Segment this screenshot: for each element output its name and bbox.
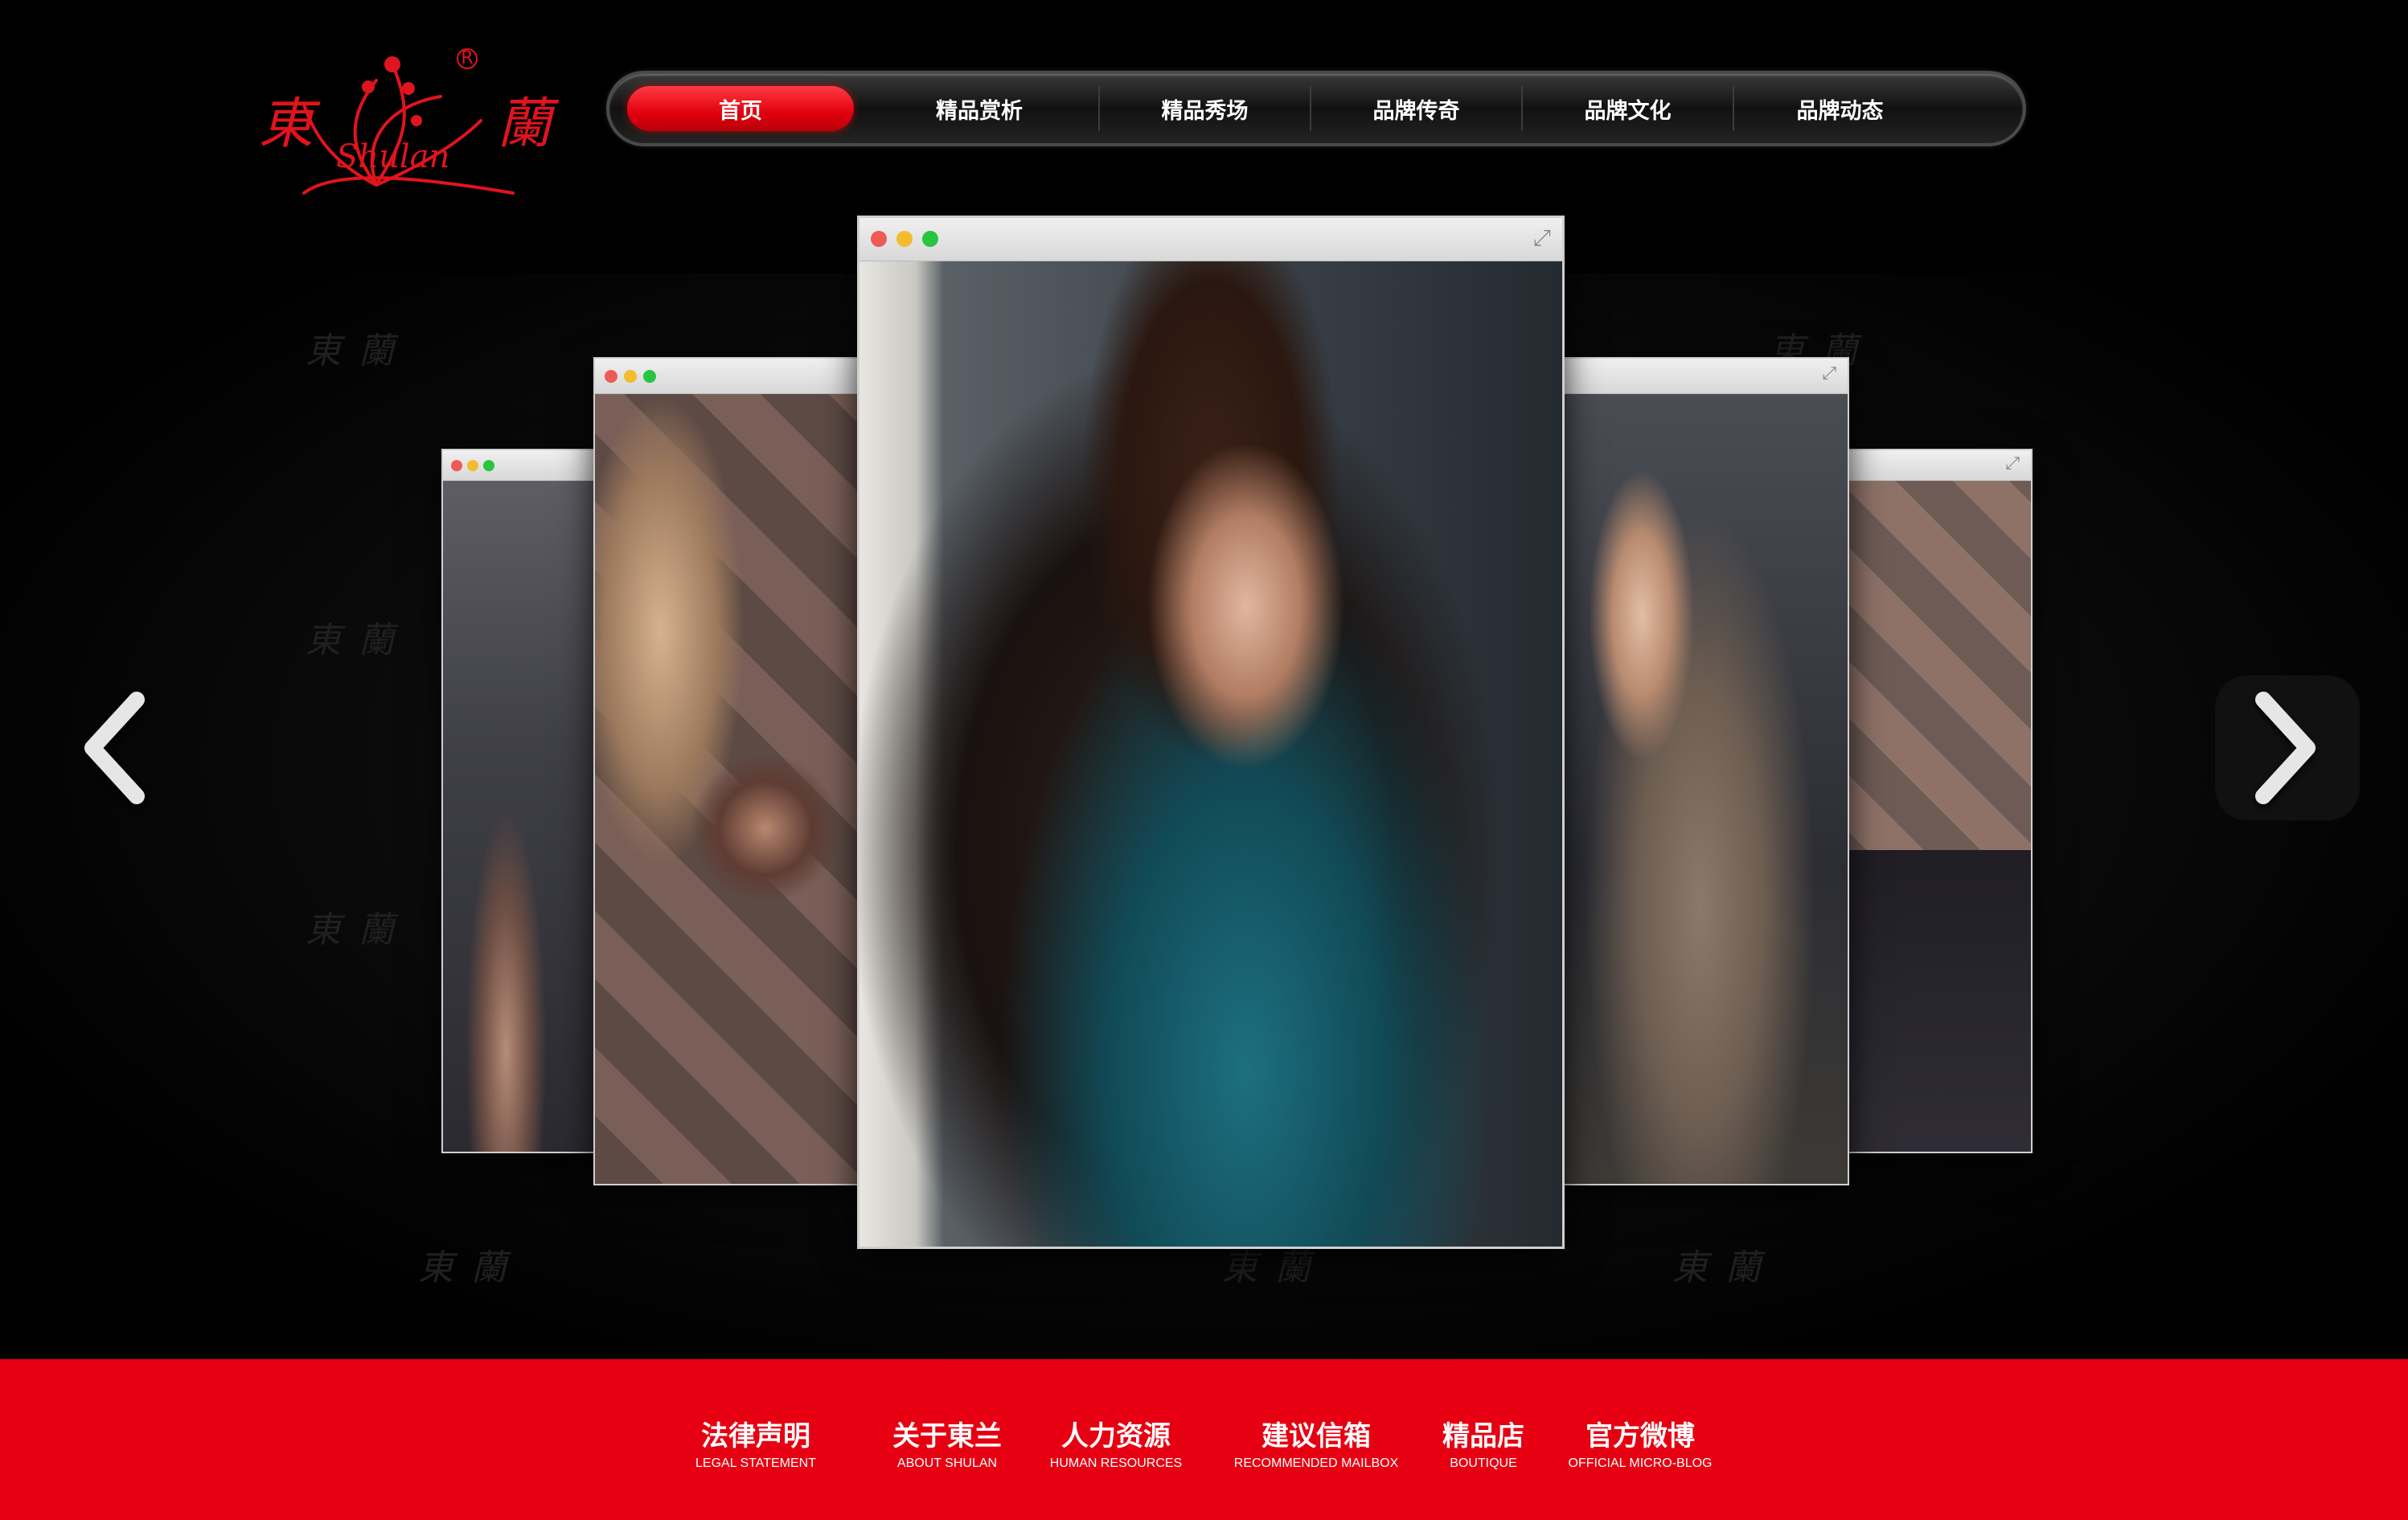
minimize-dot-icon [896, 231, 913, 247]
logo-script: Shulan [336, 138, 450, 175]
watermark-logo: 東 蘭 [1672, 1247, 1764, 1288]
footer-link-cn: 人力资源 [1061, 1420, 1171, 1452]
footer-link-mailbox[interactable]: 建议信箱 RECOMMENDED MAILBOX [1234, 1414, 1398, 1471]
footer-link-en: BOUTIQUE [1450, 1456, 1517, 1470]
watermark-logo: 東 蘭 [306, 620, 397, 661]
prev-slide-button[interactable] [40, 676, 185, 820]
footer-link-en: HUMAN RESOURCES [1049, 1456, 1183, 1470]
maximize-dot-icon [483, 460, 494, 471]
footer-link-en: LEGAL STATEMENT [695, 1456, 816, 1470]
chevron-left-icon [84, 692, 145, 804]
nav-item-home[interactable]: 首页 [627, 86, 854, 131]
nav-item-runway[interactable]: 精品秀场 [1100, 86, 1311, 131]
maximize-dot-icon [922, 231, 938, 247]
nav-label: 品牌文化 [1584, 98, 1672, 124]
footer-link-cn: 建议信箱 [1261, 1420, 1371, 1452]
slide-photo [595, 394, 857, 1184]
nav-item-culture[interactable]: 品牌文化 [1523, 86, 1734, 131]
footer-link-cn: 法律声明 [700, 1420, 810, 1452]
footer-link-cn: 关于東兰 [892, 1420, 1002, 1452]
footer-link-en: ABOUT SHULAN [896, 1456, 998, 1470]
nav-item-news[interactable]: 品牌动态 [1734, 86, 1946, 131]
expand-icon[interactable]: ⤢ [1822, 364, 1836, 384]
slide-center[interactable]: ⤢ [857, 216, 1565, 1249]
footer-link-about[interactable]: 关于東兰 ABOUT SHULAN [892, 1414, 1002, 1471]
slide-photo [859, 261, 1562, 1247]
slide-left[interactable] [593, 357, 859, 1185]
brand-logo[interactable]: 東 蘭 R Shulan [256, 32, 561, 201]
footer-link-cn: 官方微博 [1585, 1420, 1695, 1452]
maximize-dot-icon [643, 370, 656, 383]
footer-link-hr[interactable]: 人力资源 HUMAN RESOURCES [1050, 1414, 1182, 1471]
minimize-dot-icon [624, 370, 637, 383]
watermark-logo: 東 蘭 [306, 910, 397, 951]
minimize-dot-icon [467, 460, 478, 471]
slide-far-left[interactable] [441, 449, 602, 1153]
slide-right[interactable]: ⤢ [1552, 357, 1849, 1185]
slide-photo [443, 481, 601, 1152]
footer-link-boutique[interactable]: 精品店 BOUTIQUE [1442, 1414, 1524, 1471]
nav-label: 首页 [719, 98, 762, 124]
nav-item-collection[interactable]: 精品赏析 [860, 86, 1100, 131]
watermark-logo: 東 蘭 [306, 331, 397, 372]
chevron-right-icon [2255, 692, 2316, 804]
expand-icon[interactable]: ⤢ [1533, 224, 1551, 252]
nav-label: 品牌传奇 [1372, 98, 1460, 124]
footer-link-cn: 精品店 [1442, 1420, 1524, 1452]
slide-photo [1553, 394, 1848, 1184]
nav-label: 品牌动态 [1796, 98, 1884, 124]
footer-link-weibo[interactable]: 官方微博 OFFICIAL MICRO-BLOG [1569, 1414, 1713, 1471]
main-nav: 首页 精品赏析 精品秀场 品牌传奇 品牌文化 品牌动态 [606, 71, 2026, 146]
watermark-logo: 東 蘭 [418, 1247, 510, 1288]
nav-label: 精品秀场 [1161, 98, 1249, 124]
expand-icon[interactable]: ⤢ [2005, 454, 2020, 474]
footer: 法律声明 LEGAL STATEMENT 关于東兰 ABOUT SHULAN 人… [0, 1359, 2408, 1520]
close-dot-icon [451, 460, 462, 471]
logo-char-right: 蘭 [497, 92, 552, 156]
logo-char-left: 東 [259, 92, 314, 156]
close-dot-icon [605, 370, 617, 383]
footer-link-en: RECOMMENDED MAILBOX [1233, 1456, 1399, 1470]
next-slide-button[interactable] [2215, 676, 2360, 820]
close-dot-icon [871, 231, 887, 247]
nav-label: 精品赏析 [936, 98, 1023, 124]
nav-item-legend[interactable]: 品牌传奇 [1311, 86, 1523, 131]
footer-link-en: OFFICIAL MICRO-BLOG [1568, 1456, 1713, 1470]
footer-link-legal[interactable]: 法律声明 LEGAL STATEMENT [695, 1414, 816, 1471]
registered-mark: R [457, 48, 478, 69]
